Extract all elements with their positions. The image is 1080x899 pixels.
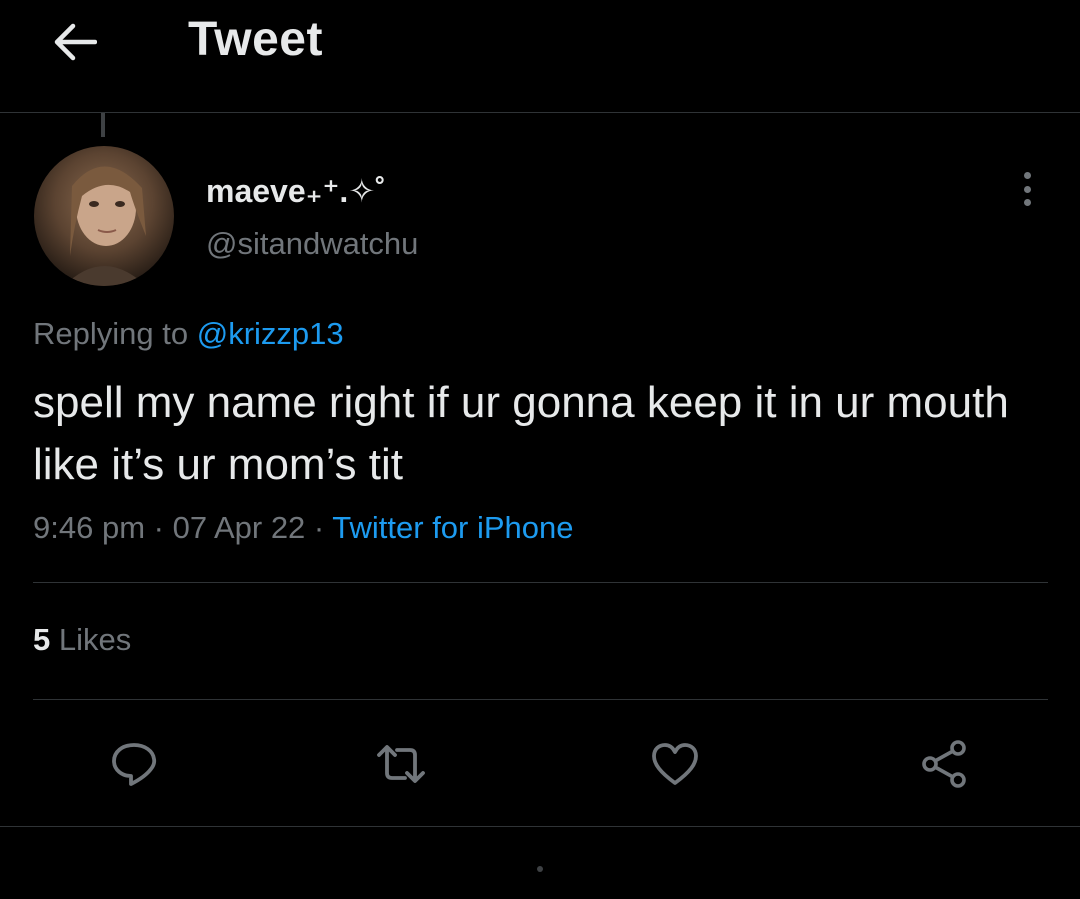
replying-to-link[interactable]: @krizzp13: [197, 316, 344, 351]
share-icon: [922, 740, 966, 788]
top-bar: Tweet: [0, 0, 1080, 113]
share-button[interactable]: [918, 738, 970, 790]
likes-label: Likes: [58, 622, 132, 657]
page-title: Tweet: [188, 13, 323, 66]
divider: [33, 699, 1048, 700]
tweet-text: spell my name right if ur gonna keep it …: [33, 378, 1009, 489]
display-name[interactable]: maeve₊⁺.✧˚: [206, 172, 386, 210]
avatar-photo: [64, 166, 146, 286]
more-options-button[interactable]: [1010, 168, 1044, 210]
more-dot: [1023, 172, 1031, 179]
user-handle[interactable]: @sitandwatchu: [206, 226, 418, 262]
retweet-button[interactable]: [375, 738, 427, 790]
reply-icon: [112, 743, 157, 786]
more-dot: [1023, 185, 1031, 193]
tweet-source-link[interactable]: Twitter for iPhone: [332, 510, 573, 545]
meta-separator: ·: [145, 510, 173, 545]
thread-connector: [101, 113, 105, 137]
back-button[interactable]: [50, 20, 98, 64]
page-indicator-dot: [537, 866, 543, 872]
retweet-icon: [377, 745, 425, 783]
arrow-left-icon: [54, 23, 97, 61]
replying-to-label: Replying to: [33, 316, 189, 351]
replying-to: Replying to @krizzp13: [33, 316, 344, 352]
more-dot: [1023, 199, 1031, 206]
heart-icon: [652, 743, 698, 785]
divider: [0, 826, 1080, 827]
like-button[interactable]: [649, 738, 701, 790]
likes-stat[interactable]: 5 Likes: [33, 622, 131, 658]
avatar[interactable]: [34, 146, 174, 286]
tweet-date: 07 Apr 22: [172, 510, 306, 545]
divider: [33, 582, 1048, 583]
meta-separator: ·: [305, 510, 333, 545]
likes-count: 5: [33, 622, 51, 657]
tweet-meta: 9:46 pm · 07 Apr 22 · Twitter for iPhone: [33, 510, 574, 546]
reply-button[interactable]: [108, 738, 160, 790]
tweet-time: 9:46 pm: [33, 510, 146, 545]
